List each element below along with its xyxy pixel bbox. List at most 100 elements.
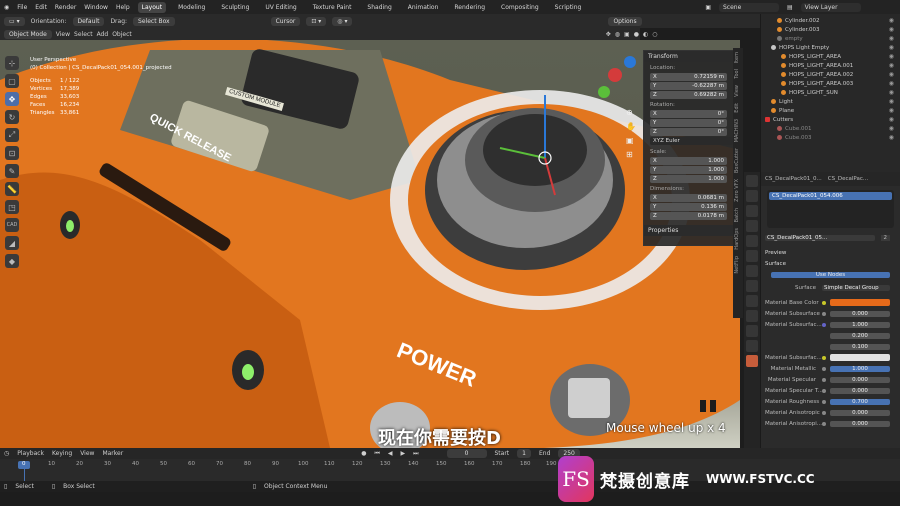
- rotation-x-field[interactable]: X 0°: [650, 110, 727, 118]
- workspace-tab-animation[interactable]: Animation: [404, 2, 443, 13]
- view-layer-selector[interactable]: View Layer: [800, 2, 861, 12]
- eye-icon[interactable]: ◉: [889, 107, 894, 114]
- world-tab-icon[interactable]: [746, 250, 758, 262]
- material-name-field[interactable]: CS_DecalPack01_05...: [765, 234, 875, 241]
- input-value[interactable]: 1.000: [830, 365, 890, 372]
- scale-y-field[interactable]: Y 1.000: [650, 166, 727, 174]
- outliner-item[interactable]: Plane ◉: [761, 106, 900, 115]
- editor-type-icon[interactable]: ◷: [4, 450, 9, 457]
- measure-tool-icon[interactable]: 📏: [5, 182, 19, 196]
- outliner-item[interactable]: Cutters ◉: [761, 115, 900, 124]
- material-slot[interactable]: CS_DecalPack01_054.006: [769, 192, 892, 200]
- menu-marker[interactable]: Marker: [102, 450, 123, 457]
- base-color-swatch[interactable]: [830, 299, 890, 306]
- eye-icon[interactable]: ◉: [889, 134, 894, 141]
- tab-zero-vfx[interactable]: Zero VFX: [734, 179, 740, 202]
- rotation-y-field[interactable]: Y 0°: [650, 119, 727, 127]
- cad-tool-icon[interactable]: CAD: [5, 218, 19, 232]
- rotation-mode-dropdown[interactable]: XYZ Euler: [650, 137, 733, 145]
- menu-file[interactable]: File: [17, 4, 27, 11]
- hops-tool-icon[interactable]: ◆: [5, 254, 19, 268]
- menu-edit[interactable]: Edit: [35, 4, 47, 11]
- mode-dropdown[interactable]: Object Mode: [4, 29, 52, 39]
- snap-toggle[interactable]: ⊡ ▾: [306, 16, 327, 26]
- input-value[interactable]: 0.100: [830, 343, 890, 350]
- tab-netflip[interactable]: NetFlip: [734, 256, 740, 274]
- tab-hardops[interactable]: HardOps: [734, 228, 740, 250]
- user-count[interactable]: 2: [880, 234, 890, 241]
- location-y-field[interactable]: Y -0.62287 m: [650, 82, 727, 90]
- location-z-field[interactable]: Z 0.69282 m: [650, 91, 727, 99]
- socket-icon[interactable]: [822, 421, 826, 426]
- move-tool-icon[interactable]: ✥: [5, 92, 19, 106]
- outliner-item[interactable]: empty ◉: [761, 34, 900, 43]
- outliner-item[interactable]: Light ◉: [761, 97, 900, 106]
- play-icon[interactable]: ▶: [400, 450, 405, 457]
- tab-view[interactable]: View: [734, 85, 740, 97]
- scene-tab-icon[interactable]: [746, 235, 758, 247]
- jump-start-icon[interactable]: ⏮: [374, 450, 379, 458]
- eye-icon[interactable]: ◉: [889, 53, 894, 60]
- bevel-tool-icon[interactable]: ◢: [5, 236, 19, 250]
- record-icon[interactable]: ●: [361, 450, 366, 457]
- start-frame-field[interactable]: 1: [517, 449, 531, 458]
- outliner-item[interactable]: HOPS_LIGHT_SUN ◉: [761, 88, 900, 97]
- menu-add[interactable]: Add: [97, 31, 109, 38]
- particles-tab-icon[interactable]: [746, 295, 758, 307]
- pan-hand-icon[interactable]: ✋: [626, 122, 636, 131]
- menu-object[interactable]: Object: [112, 31, 132, 38]
- location-x-field[interactable]: X 0.72159 m: [650, 73, 727, 81]
- input-value[interactable]: 0.700: [830, 398, 890, 405]
- preview-panel-header[interactable]: Preview: [761, 247, 900, 258]
- eye-icon[interactable]: ◉: [889, 17, 894, 24]
- orientation-dropdown[interactable]: Default: [72, 16, 105, 26]
- eye-icon[interactable]: ◉: [889, 26, 894, 33]
- overlay-toggle-icon[interactable]: ◍: [615, 31, 620, 38]
- input-value[interactable]: 0.000: [830, 420, 890, 427]
- 3d-viewport[interactable]: QUICK RELEASE CUSTOM MODULE POWER User P…: [0, 40, 740, 448]
- socket-icon[interactable]: [822, 388, 826, 393]
- tab-batch[interactable]: Batch: [734, 208, 740, 222]
- socket-icon[interactable]: [822, 322, 826, 327]
- annotate-tool-icon[interactable]: ✎: [5, 164, 19, 178]
- input-value[interactable]: 0.200: [830, 332, 890, 339]
- workspace-tab-rendering[interactable]: Rendering: [450, 2, 489, 13]
- input-value[interactable]: 0.000: [830, 409, 890, 416]
- menu-view-timeline[interactable]: View: [80, 450, 94, 457]
- socket-icon[interactable]: [822, 399, 826, 404]
- camera-icon[interactable]: ▣: [626, 136, 636, 145]
- menu-help[interactable]: Help: [116, 4, 130, 11]
- socket-icon[interactable]: [822, 377, 826, 382]
- dimensions-z-field[interactable]: Z 0.0178 m: [650, 212, 727, 220]
- workspace-tab-modeling[interactable]: Modeling: [174, 2, 209, 13]
- tool-tab-icon[interactable]: [746, 175, 758, 187]
- dimensions-y-field[interactable]: Y 0.136 m: [650, 203, 727, 211]
- shading-material-icon[interactable]: ◐: [643, 31, 648, 38]
- eye-icon[interactable]: ◉: [889, 62, 894, 69]
- dimensions-x-field[interactable]: X 0.0681 m: [650, 194, 727, 202]
- shading-rendered-icon[interactable]: ○: [652, 31, 657, 38]
- drag-dropdown[interactable]: Select Box: [133, 16, 175, 26]
- tab-machin3[interactable]: MACHIN3: [734, 119, 740, 142]
- socket-icon[interactable]: [822, 366, 826, 371]
- socket-icon[interactable]: [822, 410, 826, 415]
- surface-node-field[interactable]: Simple Decal Group: [822, 284, 890, 291]
- outliner-item[interactable]: HOPS Light Empty ◉: [761, 43, 900, 52]
- gizmo-toggle-icon[interactable]: ✥: [606, 31, 611, 38]
- outliner-item[interactable]: HOPS_LIGHT_AREA ◉: [761, 52, 900, 61]
- rotate-tool-icon[interactable]: ↻: [5, 110, 19, 124]
- menu-playback[interactable]: Playback: [17, 450, 44, 457]
- workspace-tab-texture-paint[interactable]: Texture Paint: [309, 2, 356, 13]
- menu-view[interactable]: View: [56, 31, 70, 38]
- outliner-item[interactable]: HOPS_LIGHT_AREA.001 ◉: [761, 61, 900, 70]
- render-tab-icon[interactable]: [746, 190, 758, 202]
- physics-tab-icon[interactable]: [746, 310, 758, 322]
- outliner-item[interactable]: Cylinder.003 ◉: [761, 25, 900, 34]
- workspace-tab-sculpting[interactable]: Sculpting: [217, 2, 253, 13]
- outliner-item[interactable]: Cube.003 ◉: [761, 133, 900, 142]
- outliner-item[interactable]: Cylinder.002 ◉: [761, 16, 900, 25]
- workspace-tab-uv-editing[interactable]: UV Editing: [261, 2, 300, 13]
- material-tab-icon[interactable]: [746, 355, 758, 367]
- subsurface-color-swatch[interactable]: [830, 354, 890, 361]
- shading-solid-icon[interactable]: ●: [634, 31, 639, 38]
